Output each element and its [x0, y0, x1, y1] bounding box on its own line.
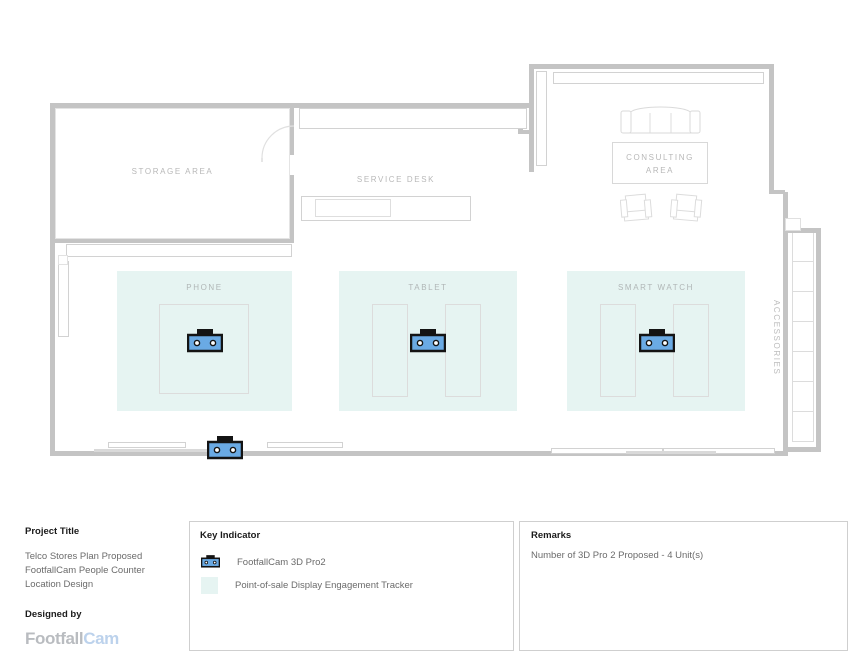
- storage-area-label: STORAGE AREA: [131, 167, 214, 176]
- brand-footfall-text: Footfall: [25, 629, 84, 648]
- fixture-left-corner-small: [58, 255, 68, 265]
- fixture-entrance-glass-left: [108, 442, 186, 448]
- door-swing-storage: [261, 125, 295, 162]
- service-desk-label: SERVICE DESK: [356, 175, 436, 184]
- camera-tablet-zone[interactable]: [410, 329, 446, 355]
- fixture-left-hall-panel: [58, 261, 69, 337]
- sofa-3seat: [620, 106, 701, 134]
- designed-by-heading: Designed by: [25, 609, 82, 620]
- zone-swatch: [201, 577, 218, 594]
- armchair-left: [620, 193, 653, 222]
- zone-phone-label: PHONE: [186, 283, 223, 292]
- fixture-smart-watch-right: [673, 304, 709, 397]
- accessories-shelf-divider-4: [792, 351, 814, 352]
- remarks-text: Number of 3D Pro 2 Proposed - 4 Unit(s): [531, 550, 704, 561]
- key-indicator-heading: Key Indicator: [200, 530, 261, 541]
- floor-plan-page: CONSULTING AREA STORAGE AREA SERVICE DES…: [0, 0, 865, 663]
- wall-bottom-inner-left: [94, 449, 214, 452]
- remarks-heading: Remarks: [531, 530, 572, 541]
- legend-item-zone: Point-of-sale Display Engagement Tracker: [201, 577, 413, 594]
- zone-tablet-label: TABLET: [408, 283, 448, 292]
- armchair-right: [670, 193, 703, 222]
- legend-camera-label: FootfallCam 3D Pro2: [237, 556, 326, 568]
- brand-cam-text: Cam: [83, 629, 119, 648]
- project-description: Telco Stores Plan Proposed FootfallCam P…: [25, 551, 145, 590]
- project-title-panel: Project Title Telco Stores Plan Proposed…: [25, 526, 175, 649]
- wall-bottom-inner-right: [626, 451, 716, 454]
- legend-zone-label: Point-of-sale Display Engagement Tracker: [235, 580, 413, 591]
- fixture-storage-bottom-shelf: [66, 244, 292, 257]
- fixture-accessories-corner-small: [785, 218, 801, 231]
- accessories-shelf-divider-6: [792, 411, 814, 412]
- camera-entrance[interactable]: [207, 436, 243, 462]
- accessories-shelf-divider-2: [792, 291, 814, 292]
- fixture-consulting-left-panel: [536, 71, 547, 166]
- fixture-tablet-left: [372, 304, 408, 397]
- project-title-heading: Project Title: [25, 526, 80, 537]
- wall-left-outer: [50, 240, 55, 456]
- legend-item-camera: FootfallCam 3D Pro2: [201, 555, 326, 569]
- remarks-panel: Remarks Number of 3D Pro 2 Proposed - 4 …: [519, 521, 848, 651]
- floor-plan-drawing: CONSULTING AREA STORAGE AREA SERVICE DES…: [0, 0, 865, 500]
- wall-top-consulting: [529, 64, 774, 69]
- wall-accessories-bottom: [783, 447, 821, 452]
- wall-right-main-upper: [771, 190, 785, 194]
- accessories-shelf-divider-3: [792, 321, 814, 322]
- camera-icon: [201, 555, 220, 568]
- zone-smart-watch-label: SMART WATCH: [618, 283, 694, 292]
- fixture-service-desk-inner: [315, 199, 391, 217]
- wall-accessories-outer: [816, 228, 821, 452]
- key-indicator-panel: Key Indicator FootfallCam 3D Pro2 Point-…: [189, 521, 514, 651]
- fixture-consulting-top-shelf: [553, 72, 764, 84]
- accessories-shelf-divider-5: [792, 381, 814, 382]
- footfallcam-logo: FootfallCam: [25, 629, 175, 649]
- wall-right-upper: [769, 64, 774, 194]
- camera-smart-watch-zone[interactable]: [639, 329, 675, 355]
- fixture-service-top-shelf: [299, 108, 527, 129]
- fixture-tablet-right: [445, 304, 481, 397]
- info-strip: Project Title Telco Stores Plan Proposed…: [0, 508, 865, 663]
- camera-phone-zone[interactable]: [187, 329, 223, 355]
- fixture-entrance-glass-right: [267, 442, 343, 448]
- accessories-shelf-divider-1: [792, 261, 814, 262]
- consulting-area-label: CONSULTING AREA: [626, 153, 694, 175]
- fixture-smart-watch-left: [600, 304, 636, 397]
- accessories-wall-label: ACCESSORIES: [772, 300, 781, 376]
- wall-left-consulting: [529, 64, 534, 172]
